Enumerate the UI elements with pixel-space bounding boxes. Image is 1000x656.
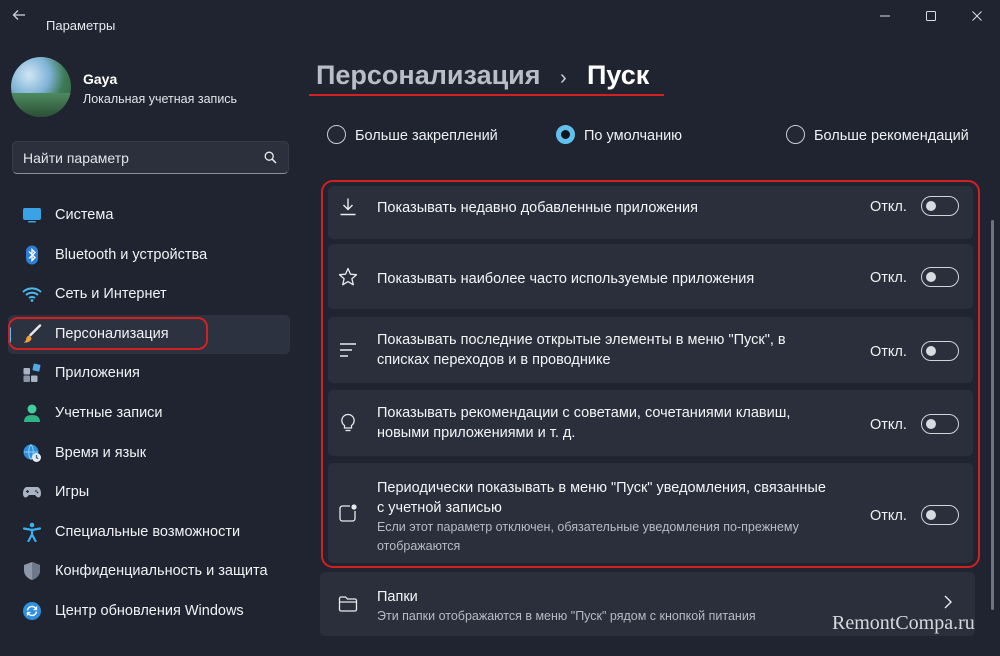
breadcrumb-parent[interactable]: Персонализация	[316, 60, 541, 91]
setting-recent-items: Показывать последние открытые элементы в…	[328, 317, 973, 383]
toggle-state: Откл.	[870, 199, 907, 215]
star-icon	[338, 267, 358, 286]
toggle-switch[interactable]	[921, 196, 959, 216]
setting-recently-added: Показывать недавно добавленные приложени…	[328, 186, 973, 239]
setting-title: Показывать последние открытые элементы в…	[377, 332, 786, 368]
shield-icon	[24, 562, 40, 581]
setting-title: Показывать рекомендации с советами, соче…	[377, 405, 791, 441]
setting-tips-recommendations: Показывать рекомендации с советами, соче…	[328, 390, 973, 456]
watermark: RemontCompa.ru	[832, 612, 975, 634]
wifi-icon	[22, 287, 42, 303]
lightbulb-icon	[341, 413, 355, 432]
monitor-icon	[23, 208, 41, 223]
avatar[interactable]	[11, 57, 71, 117]
back-button[interactable]	[8, 8, 30, 28]
folders-description: Эти папки отображаются в меню "Пуск" ряд…	[377, 609, 756, 623]
search-box[interactable]	[12, 141, 289, 174]
close-icon	[972, 11, 982, 21]
page-title: Пуск	[587, 60, 650, 90]
title-underline	[309, 94, 664, 96]
user-name: Gaya	[83, 71, 118, 87]
arrow-left-icon	[12, 10, 25, 20]
toggle-switch[interactable]	[921, 267, 959, 287]
account-type: Локальная учетная запись	[83, 92, 238, 106]
sidebar-nav: Система Bluetooth и устройства Сеть и Ин…	[8, 196, 290, 632]
folder-icon	[338, 596, 358, 612]
setting-title: Показывать наиболее часто используемые п…	[377, 271, 755, 287]
sidebar-item-label: Конфиденциальность и защита	[55, 563, 268, 580]
toggle-state: Откл.	[870, 270, 907, 286]
bluetooth-icon	[26, 245, 38, 265]
title-bar: Параметры	[0, 0, 1000, 36]
sidebar-item-label: Центр обновления Windows	[55, 602, 244, 619]
sidebar-item-label: Учетные записи	[55, 404, 163, 421]
radio-label: Больше закреплений	[355, 128, 498, 144]
chevron-right-icon: ›	[560, 67, 567, 89]
sidebar-item-label: Система	[55, 207, 114, 223]
sidebar-item-label: Персонализация	[55, 325, 169, 342]
sidebar-item-label: Специальные возможности	[55, 523, 241, 540]
toggle-switch[interactable]	[921, 341, 959, 361]
accessibility-icon	[22, 522, 42, 542]
toggle-state: Откл.	[870, 344, 907, 360]
sidebar-item-label: Игры	[55, 484, 90, 501]
toggle-state: Откл.	[870, 508, 907, 524]
gamepad-icon	[23, 487, 41, 498]
notification-icon	[339, 504, 357, 522]
sidebar-item-accessibility[interactable]: Специальные возможности	[8, 513, 290, 553]
sidebar-item-personalization[interactable]: Персонализация	[8, 314, 290, 355]
scrollbar[interactable]	[991, 220, 994, 610]
sidebar-item-system[interactable]: Система	[8, 196, 290, 236]
sidebar-item-label: Приложения	[55, 365, 140, 382]
download-icon	[340, 198, 356, 216]
minimize-icon	[880, 15, 890, 17]
toggle-switch[interactable]	[921, 505, 959, 525]
setting-title: Периодически показывать в меню "Пуск" ув…	[377, 478, 837, 556]
radio-label: Больше рекомендаций	[814, 128, 969, 144]
setting-account-notifications: Периодически показывать в меню "Пуск" ув…	[328, 463, 973, 563]
app-title: Параметры	[46, 18, 116, 33]
maximize-button[interactable]	[908, 4, 954, 30]
setting-description: Если этот параметр отключен, обязательны…	[377, 520, 799, 553]
brush-icon	[23, 324, 42, 343]
minimize-button[interactable]	[862, 4, 908, 30]
sidebar-item-accounts[interactable]: Учетные записи	[8, 394, 290, 434]
sidebar-item-network[interactable]: Сеть и Интернет	[8, 275, 290, 315]
maximize-icon	[926, 11, 936, 21]
setting-title: Показывать недавно добавленные приложени…	[377, 200, 698, 216]
list-icon	[340, 343, 356, 357]
sidebar-item-apps[interactable]: Приложения	[8, 354, 290, 394]
folders-title: Папки	[377, 589, 418, 605]
sidebar-item-bluetooth[interactable]: Bluetooth и устройства	[8, 236, 290, 276]
search-input[interactable]	[23, 148, 253, 168]
apps-icon	[23, 364, 41, 383]
toggle-state: Откл.	[870, 417, 907, 433]
close-button[interactable]	[954, 4, 1000, 30]
sidebar-item-time-language[interactable]: Время и язык	[8, 434, 290, 474]
radio-label: По умолчанию	[584, 128, 683, 144]
update-icon	[23, 601, 41, 620]
sidebar-item-label: Сеть и Интернет	[55, 286, 167, 303]
chevron-right-icon	[944, 595, 952, 609]
sidebar-item-gaming[interactable]: Игры	[8, 473, 290, 513]
setting-most-used: Показывать наиболее часто используемые п…	[328, 244, 973, 309]
toggle-switch[interactable]	[921, 414, 959, 434]
setting-title-text: Периодически показывать в меню "Пуск" ув…	[377, 480, 826, 516]
sidebar-item-label: Bluetooth и устройства	[55, 246, 208, 263]
radio-circle[interactable]	[327, 125, 346, 144]
sidebar-item-label: Время и язык	[55, 444, 147, 461]
person-icon	[24, 404, 40, 422]
radio-circle[interactable]	[786, 125, 805, 144]
sidebar-item-windows-update[interactable]: Центр обновления Windows	[8, 592, 290, 632]
search-icon[interactable]	[264, 151, 277, 164]
sidebar-item-privacy[interactable]: Конфиденциальность и защита	[8, 552, 290, 592]
globe-clock-icon	[23, 443, 41, 462]
radio-circle[interactable]	[556, 125, 575, 144]
